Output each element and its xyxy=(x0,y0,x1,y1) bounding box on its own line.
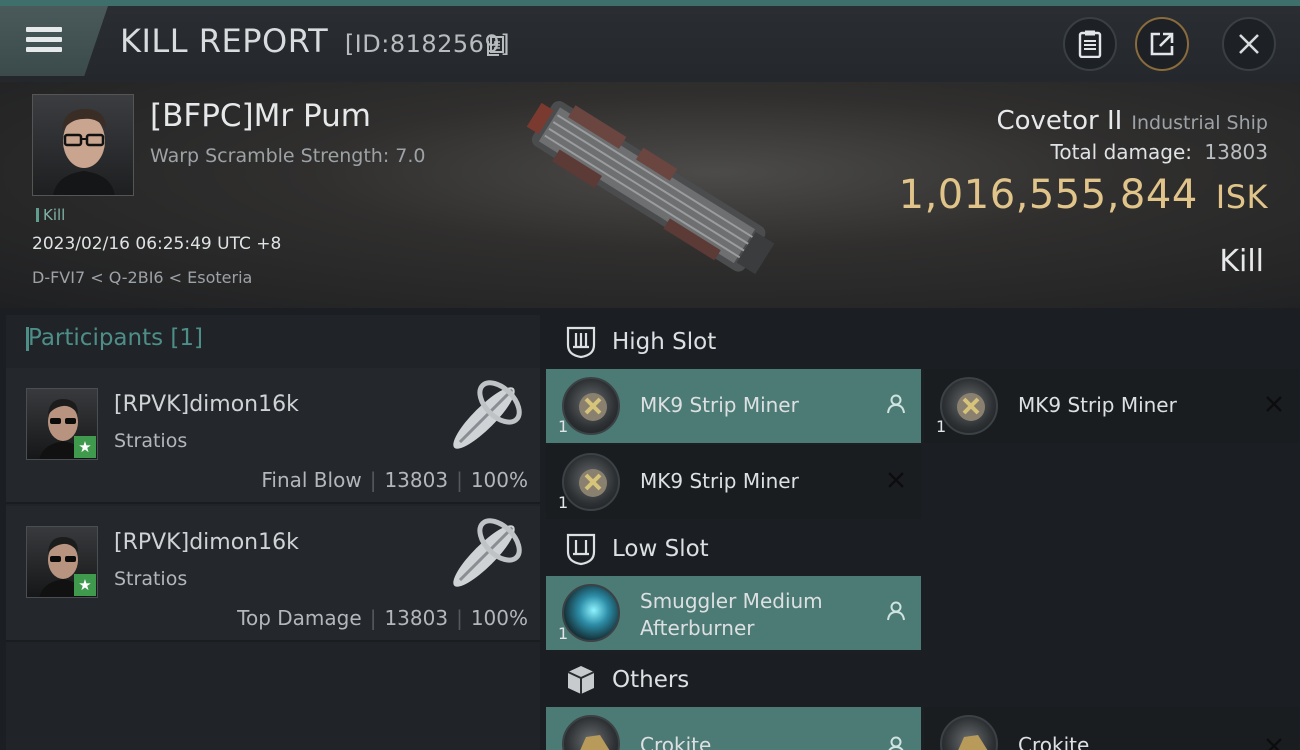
isk-value: 1,016,555,844 ISK xyxy=(899,172,1268,218)
close-icon xyxy=(1239,34,1259,54)
module-quantity: 1 xyxy=(558,493,569,512)
star-icon: ★ xyxy=(74,436,96,458)
participant-role: Top Damage xyxy=(237,606,362,630)
participants-title: Participants [1] xyxy=(26,325,203,351)
kill-location[interactable]: D-FVI7 < Q-2BI6 < Esoteria xyxy=(32,268,252,287)
kill-tag: Kill xyxy=(36,206,65,224)
module-name: MK9 Strip Miner xyxy=(640,469,799,493)
module-quantity: 1 xyxy=(558,417,569,436)
destroyed-x-icon xyxy=(888,472,904,488)
module-name: Crokite xyxy=(1018,733,1090,750)
participant-damage: 13803 xyxy=(384,468,449,492)
cube-icon xyxy=(567,666,595,694)
module-quantity: 1 xyxy=(558,624,569,643)
clipboard-button[interactable] xyxy=(1063,17,1117,71)
isk-unit: ISK xyxy=(1215,178,1268,216)
module-name: Smuggler Medium Afterburner xyxy=(640,589,823,640)
victim-ship-name: Covetor II xyxy=(996,106,1123,136)
victim-ship-class: Industrial Ship xyxy=(1131,112,1268,134)
dropped-person-icon xyxy=(887,394,905,414)
others-label: Others xyxy=(612,667,690,693)
participant-row[interactable]: ★ [RPVK]dimon16k Stratios Final Blow | 138… xyxy=(6,368,540,504)
module-item[interactable]: 1 MK9 Strip Miner xyxy=(546,369,921,443)
total-damage: Total damage: 13803 xyxy=(1051,140,1268,164)
afterburner-icon xyxy=(562,584,620,642)
module-name: MK9 Strip Miner xyxy=(640,393,799,417)
participant-damage: 13803 xyxy=(384,606,449,630)
report-id: [ID:8182569] xyxy=(344,30,511,58)
others-header: Others xyxy=(546,652,1300,708)
dropped-person-icon xyxy=(887,601,905,621)
participant-name: [RPVK]dimon16k xyxy=(114,530,299,555)
ore-icon xyxy=(940,715,998,750)
destroyed-x-icon xyxy=(1266,396,1282,412)
module-item[interactable]: 1 MK9 Strip Miner xyxy=(924,369,1299,443)
low-slot-icon xyxy=(566,533,596,566)
participant-stats: Final Blow | 13803 | 100% xyxy=(261,468,528,492)
kill-result: Kill xyxy=(1219,244,1264,279)
share-button[interactable] xyxy=(1135,17,1189,71)
page-title: KILL REPORT [ID:8182569] xyxy=(120,22,510,60)
title-text: KILL REPORT xyxy=(120,22,329,60)
module-item[interactable]: Crokite xyxy=(924,707,1299,750)
participant-ship-image xyxy=(453,518,522,587)
star-icon: ★ xyxy=(74,574,96,596)
strip-miner-icon xyxy=(562,377,620,435)
low-slot-header: Low Slot xyxy=(546,521,1300,577)
victim-portrait xyxy=(32,94,134,196)
participant-name: [RPVK]dimon16k xyxy=(114,392,299,417)
high-slot-label: High Slot xyxy=(612,329,717,355)
total-damage-value: 13803 xyxy=(1204,140,1268,164)
strip-miner-icon xyxy=(940,377,998,435)
high-slot-header: High Slot xyxy=(546,314,1300,370)
high-slot-icon xyxy=(566,326,596,359)
low-slot-label: Low Slot xyxy=(612,536,709,562)
total-damage-label: Total damage: xyxy=(1050,140,1193,164)
close-button[interactable] xyxy=(1222,17,1276,71)
participant-stats: Top Damage | 13803 | 100% xyxy=(237,606,528,630)
module-quantity: 1 xyxy=(936,417,947,436)
copy-icon[interactable] xyxy=(487,36,505,56)
module-name: Crokite xyxy=(640,733,712,750)
destroyed-x-icon xyxy=(1266,738,1282,750)
module-item[interactable]: 1 Smuggler Medium Afterburner xyxy=(546,576,921,650)
participant-percent: 100% xyxy=(470,468,528,492)
participant-ship: Stratios xyxy=(114,430,188,452)
module-item[interactable]: 1 MK9 Strip Miner xyxy=(546,445,921,519)
warp-scramble-strength: Warp Scramble Strength: 7.0 xyxy=(150,145,426,167)
dropped-person-icon xyxy=(888,736,904,750)
victim-ship-image xyxy=(526,101,775,275)
isk-amount: 1,016,555,844 xyxy=(898,172,1198,218)
participant-percent: 100% xyxy=(470,606,528,630)
ore-icon xyxy=(562,715,620,750)
kill-datetime: 2023/02/16 06:25:49 UTC +8 xyxy=(32,234,282,254)
hamburger-icon xyxy=(26,27,62,53)
clipboard-icon xyxy=(1078,30,1102,58)
module-name: MK9 Strip Miner xyxy=(1018,393,1177,417)
victim-ship[interactable]: Covetor II Industrial Ship xyxy=(996,106,1268,136)
participant-ship-image xyxy=(453,380,522,449)
participant-role: Final Blow xyxy=(261,468,362,492)
module-item[interactable]: Crokite xyxy=(546,707,921,750)
participant-row[interactable]: ★ [RPVK]dimon16k Stratios Top Damage | 138… xyxy=(6,506,540,642)
participant-ship: Stratios xyxy=(114,568,188,590)
share-icon xyxy=(1150,32,1174,56)
victim-name[interactable]: [BFPC]Mr Pum xyxy=(150,98,371,134)
strip-miner-icon xyxy=(562,453,620,511)
